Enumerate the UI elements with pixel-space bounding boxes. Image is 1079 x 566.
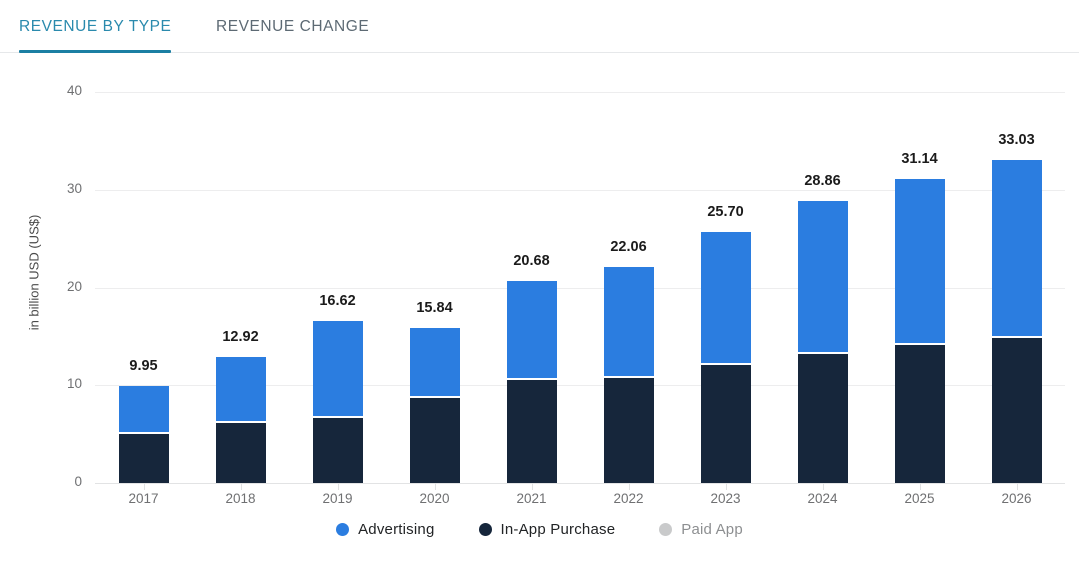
tab-label: REVENUE CHANGE [216, 17, 370, 35]
y-axis-tick-label: 30 [66, 180, 82, 196]
x-axis-tick-label: 2024 [807, 491, 838, 506]
bar-segment-in-app-purchase[interactable] [215, 421, 266, 483]
x-axis-tick-label: 2023 [710, 491, 741, 506]
bar-segment-in-app-purchase[interactable] [118, 432, 169, 483]
y-axis-tick-label: 20 [66, 278, 82, 294]
x-axis-tick-mark [337, 483, 339, 490]
bar-segment-in-app-purchase[interactable] [409, 396, 460, 483]
x-axis-tick-label: 2019 [322, 491, 353, 506]
bar-segment-in-app-purchase[interactable] [700, 362, 751, 483]
x-axis-tick-label: 2021 [516, 491, 547, 506]
legend-label: Paid App [681, 521, 743, 538]
x-axis-tick-label: 2017 [128, 491, 159, 506]
x-axis-tick-label: 2020 [419, 491, 450, 506]
bar-2025[interactable] [894, 178, 945, 483]
tab-revenue-by-type[interactable]: REVENUE BY TYPE [19, 0, 172, 53]
site-watermark: awyerwu.com [713, 556, 1068, 566]
x-axis-tick-label: 2022 [613, 491, 644, 506]
bar-value-label: 9.95 [129, 357, 158, 374]
y-axis-tick-label: 0 [74, 474, 82, 489]
bar-value-label: 28.86 [804, 172, 841, 189]
bar-value-label: 33.03 [998, 132, 1035, 149]
x-axis-tick-mark [919, 483, 921, 490]
bar-2017[interactable] [118, 385, 169, 483]
x-axis-tick-label: 2025 [904, 491, 935, 506]
legend-item-in-app-purchase[interactable]: In-App Purchase [478, 521, 616, 538]
legend-item-advertising[interactable]: Advertising [336, 521, 434, 538]
bar-segment-advertising[interactable] [603, 267, 654, 379]
x-axis-tick-label: 2026 [1001, 491, 1032, 506]
legend-color-dot [336, 523, 350, 536]
bar-segment-advertising[interactable] [215, 356, 266, 424]
bar-2018[interactable] [215, 356, 266, 483]
tab-label: REVENUE BY TYPE [19, 17, 172, 35]
bar-segment-advertising[interactable] [797, 200, 848, 355]
legend-item-paid-app[interactable]: Paid App [659, 521, 743, 538]
legend-label: In-App Purchase [500, 521, 616, 538]
bar-value-label: 20.68 [513, 252, 550, 269]
bar-segment-in-app-purchase[interactable] [603, 376, 654, 483]
bar-segment-advertising[interactable] [991, 160, 1042, 339]
x-axis-tick-mark [1016, 483, 1018, 490]
bar-segment-in-app-purchase[interactable] [506, 378, 557, 483]
bar-segment-in-app-purchase[interactable] [797, 352, 848, 483]
bar-2019[interactable] [312, 320, 363, 483]
bar-segment-advertising[interactable] [506, 280, 557, 380]
tab-revenue-change[interactable]: REVENUE CHANGE [216, 0, 369, 53]
x-axis-tick-mark [531, 483, 533, 490]
x-axis-tick-mark [143, 483, 145, 490]
x-axis-tick-mark [628, 483, 630, 490]
chart-legend: Advertising In-App Purchase Paid App [0, 521, 1079, 538]
legend-color-dot [478, 523, 492, 536]
bar-segment-advertising[interactable] [312, 320, 363, 418]
bar-value-label: 15.84 [416, 300, 453, 317]
x-axis-tick-label: 2018 [225, 491, 256, 506]
bar-segment-in-app-purchase[interactable] [991, 336, 1042, 483]
bar-segment-advertising[interactable] [894, 178, 945, 345]
bar-2022[interactable] [603, 267, 654, 483]
bar-value-label: 12.92 [222, 328, 259, 345]
bar-segment-advertising[interactable] [409, 328, 460, 398]
chart-page: REVENUE BY TYPE REVENUE CHANGE in billio… [0, 0, 1079, 566]
bar-2021[interactable] [506, 280, 557, 483]
x-axis-tick-mark [822, 483, 824, 490]
bar-2020[interactable] [409, 328, 460, 483]
chart-area: in billion USD (US$) 0 10 20 30 40 9.95 2017 12… [0, 53, 1079, 566]
gridline [95, 92, 1065, 93]
x-axis-tick-mark [434, 483, 436, 490]
y-axis-title: in billion USD (US$) [26, 214, 42, 331]
bar-value-label: 16.62 [319, 292, 356, 309]
x-axis-tick-mark [725, 483, 727, 490]
bar-2026[interactable] [991, 160, 1042, 483]
bar-segment-advertising[interactable] [700, 231, 751, 365]
y-axis-tick-label: 10 [66, 376, 82, 392]
bar-2024[interactable] [797, 200, 848, 483]
x-axis-tick-mark [240, 483, 242, 490]
legend-color-dot [659, 523, 673, 536]
tab-bar: REVENUE BY TYPE REVENUE CHANGE [0, 0, 1079, 53]
bar-value-label: 25.70 [707, 203, 744, 220]
bar-value-label: 31.14 [901, 150, 938, 167]
plot-area: 0 10 20 30 40 9.95 2017 12.92 2018 16.62 2019 15.84… [67, 83, 1065, 506]
y-axis-tick-label: 40 [66, 83, 82, 98]
legend-label: Advertising [358, 521, 435, 538]
bar-segment-in-app-purchase[interactable] [894, 343, 945, 483]
bar-2023[interactable] [700, 231, 751, 483]
bar-segment-in-app-purchase[interactable] [312, 415, 363, 483]
bar-value-label: 22.06 [610, 239, 647, 256]
bar-segment-advertising[interactable] [118, 385, 169, 435]
